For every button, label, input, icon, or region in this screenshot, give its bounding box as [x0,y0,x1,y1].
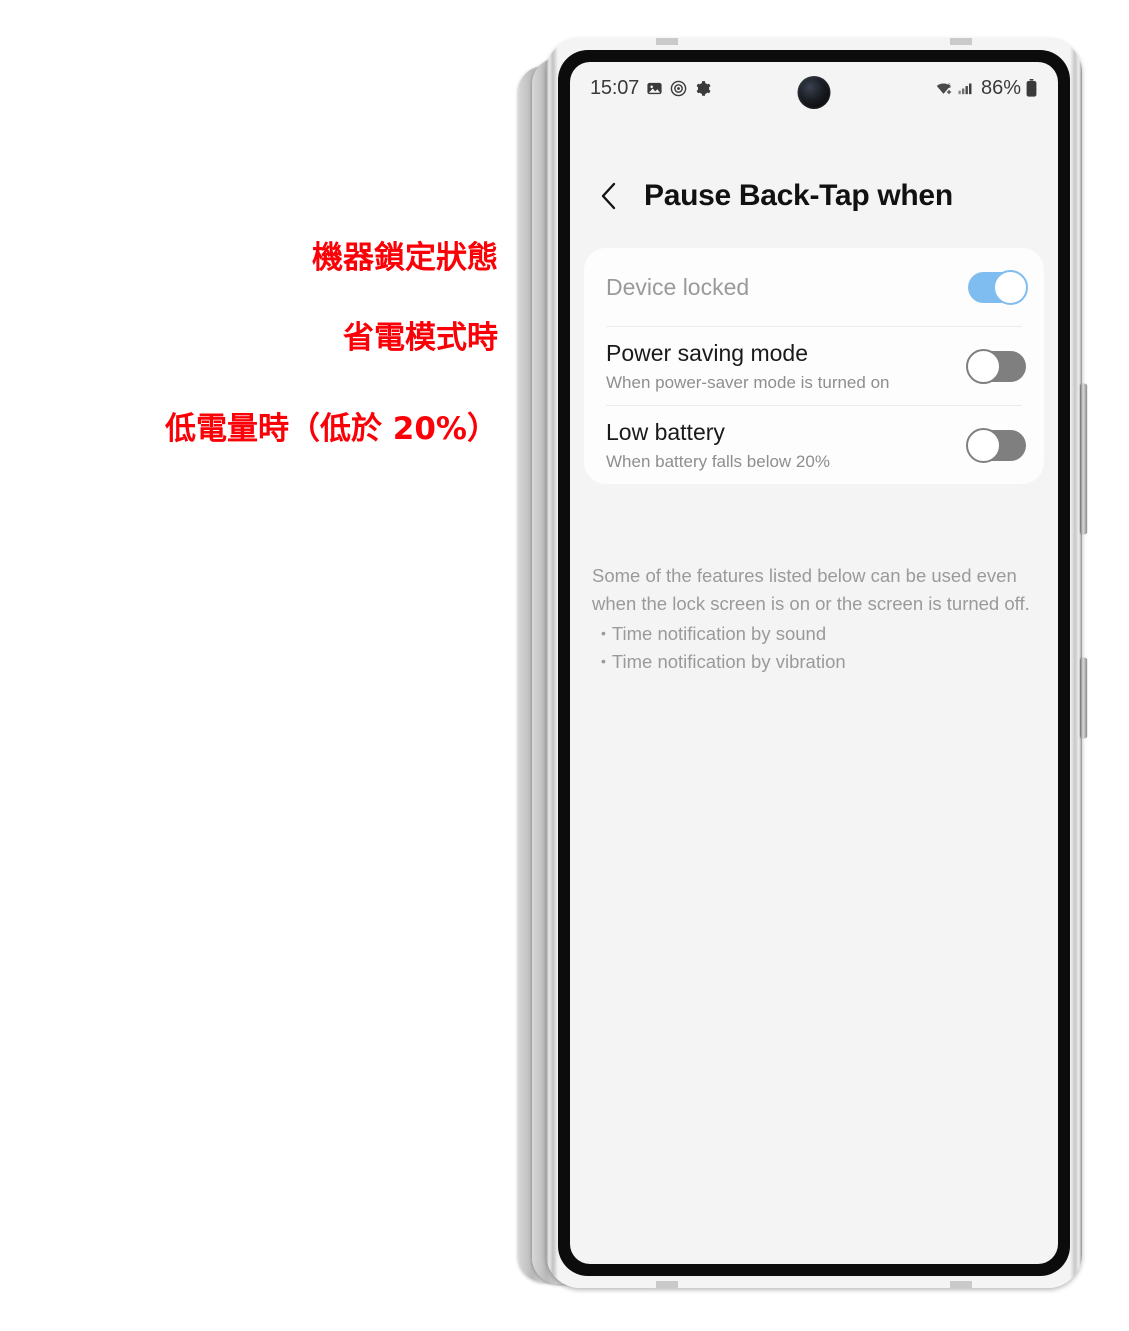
row-text-low-battery: Low battery When battery falls below 20% [606,418,968,472]
footer-paragraph: Some of the features listed below can be… [592,565,1030,615]
setting-row-power-saving-mode[interactable]: Power saving mode When power-saver mode … [584,327,1044,405]
setting-subtitle: When power-saver mode is turned on [606,372,890,392]
cellular-signal-icon [957,80,974,97]
wifi-icon: 6 [934,80,953,97]
phone-screen: 15:07 6 86% Pause Back-Tap when Device l… [570,62,1058,1264]
setting-title: Low battery [606,419,725,445]
footer-note: Some of the features listed below can be… [592,562,1032,676]
antenna-line-bottom-left [656,1281,678,1288]
setting-subtitle: When battery falls below 20% [606,451,830,471]
setting-title: Power saving mode [606,340,808,366]
annotation-power-saving: 省電模式時 [343,320,498,356]
annotation-low-battery: 低電量時（低於 20%） [165,411,498,447]
toggle-device-locked[interactable] [968,269,1028,305]
screen-header: Pause Back-Tap when [570,160,1058,232]
annotation-device-locked: 機器鎖定狀態 [312,240,498,276]
chevron-left-icon[interactable] [592,179,626,213]
footer-bullet-item: Time notification by sound [592,620,1032,648]
row-text-device-locked: Device locked [606,273,968,302]
status-bar-clock: 15:07 [590,76,640,99]
toggle-knob [966,427,1001,463]
toggle-knob [966,348,1001,384]
toggle-power-saving-mode[interactable] [966,348,1026,384]
svg-text:6: 6 [947,82,951,89]
status-bar-right: 6 86% [934,77,1038,100]
antenna-line-top-left [656,38,678,45]
setting-title: Device locked [606,273,750,300]
front-camera-punch-hole [797,76,831,109]
setting-row-device-locked[interactable]: Device locked [584,248,1044,326]
antenna-line-top-right [950,38,972,45]
image-icon [646,80,663,97]
footer-bullet-item: Time notification by vibration [592,648,1032,676]
settings-gear-icon [694,80,711,97]
battery-icon [1025,79,1038,97]
toggle-knob [993,269,1028,305]
antenna-line-bottom-right [950,1281,972,1288]
volume-button[interactable] [1080,384,1087,534]
toggle-low-battery[interactable] [966,427,1026,463]
settings-card: Device locked Power saving mode When pow… [584,248,1044,484]
battery-percent-label: 86% [980,76,1021,99]
phone-device-mockup: 15:07 6 86% Pause Back-Tap when Device l… [512,38,1087,1300]
setting-row-low-battery[interactable]: Low battery When battery falls below 20% [584,406,1044,484]
page-title: Pause Back-Tap when [644,179,953,212]
screen-recorder-icon [670,80,687,97]
power-button[interactable] [1080,658,1087,738]
footer-bullet-list: Time notification by sound Time notifica… [592,620,1032,676]
status-bar-left: 15:07 [590,77,711,100]
row-text-power-saving-mode: Power saving mode When power-saver mode … [606,339,968,393]
